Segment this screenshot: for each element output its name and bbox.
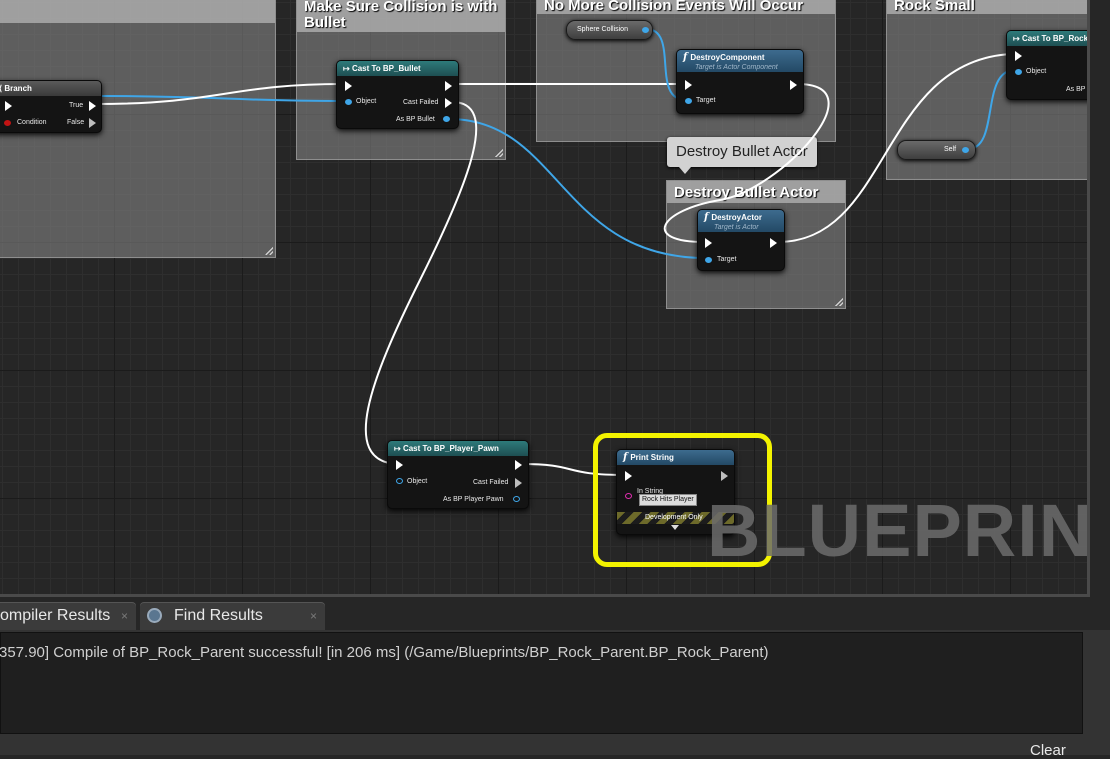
exec-out-pin[interactable] (790, 80, 797, 90)
exec-wire (364, 101, 478, 465)
search-icon (147, 608, 162, 623)
target-pin[interactable] (705, 257, 712, 263)
close-icon[interactable]: × (121, 602, 128, 630)
tab-compiler-results[interactable]: ompiler Results × (0, 602, 136, 630)
results-tab-strip: ompiler Results × Find Results × (0, 600, 1110, 630)
clear-button[interactable]: Clear (1030, 742, 1066, 759)
log-output[interactable]: 357.90] Compile of BP_Rock_Parent succes… (0, 632, 1083, 734)
tab-find-results[interactable]: Find Results × (140, 602, 325, 630)
node-header: ⟨ Branch (0, 81, 101, 96)
pin-label: Target (717, 256, 737, 263)
pin-label: Object (1026, 68, 1047, 75)
destroy-component-node[interactable]: f DestroyComponent Target is Actor Compone… (676, 49, 804, 114)
exec-in-pin[interactable] (396, 460, 403, 470)
node-header: f DestroyActor Target is Actor (698, 210, 784, 232)
pin-label: As BP (1066, 86, 1086, 93)
node-header: ↦ Cast To BP_Bullet (337, 61, 458, 76)
function-icon: f (704, 212, 709, 223)
exec-in-pin[interactable] (705, 238, 712, 248)
as-bp-player-pawn-pin[interactable] (513, 496, 520, 502)
cast-failed-pin[interactable] (445, 98, 452, 108)
compiler-log-panel: 357.90] Compile of BP_Rock_Parent succes… (0, 630, 1110, 759)
object-pin[interactable] (345, 99, 352, 105)
pin-label: Cast Failed (473, 479, 509, 486)
sphere-collision-getter[interactable]: Sphere Collision (566, 20, 653, 40)
pin-label: Object (407, 478, 428, 485)
blueprint-watermark: BLUEPRINT (707, 489, 1087, 572)
cast-icon: ↦ (394, 444, 403, 453)
object-pin[interactable] (396, 478, 403, 484)
node-subtitle: Target is Actor Component (695, 64, 778, 71)
cast-to-bp-player-pawn-node[interactable]: ↦ Cast To BP_Player_Pawn Object Cast Fai… (387, 440, 529, 509)
close-icon[interactable]: × (310, 602, 317, 630)
node-title: Branch (4, 84, 32, 93)
getter-label: Sphere Collision (577, 26, 628, 33)
cast-failed-pin[interactable] (515, 478, 522, 488)
getter-label: Self (944, 146, 957, 153)
blueprint-graph[interactable]: Make Sure Collision is with Bullet No Mo… (0, 0, 1087, 594)
exec-out-pin[interactable] (445, 81, 452, 91)
pin-label: Cast Failed (403, 99, 439, 106)
graph-border (0, 594, 1090, 597)
pin-label: Condition (17, 119, 47, 126)
pin-label: Object (356, 98, 377, 105)
node-header: f DestroyComponent Target is Actor Compone… (677, 50, 803, 72)
false-exec-pin[interactable] (89, 118, 96, 128)
pin-label: False (67, 119, 85, 126)
target-pin[interactable] (685, 98, 692, 104)
object-wire (448, 118, 707, 259)
pin-label: Target (696, 97, 716, 104)
node-title: DestroyComponent (690, 53, 765, 62)
node-header: ↦ Cast To BP_Player_Pawn (388, 441, 528, 456)
cast-icon: ↦ (1013, 34, 1022, 43)
exec-in-pin[interactable] (345, 81, 352, 91)
cast-to-bp-bullet-node[interactable]: ↦ Cast To BP_Bullet Object Cast Failed A… (336, 60, 459, 129)
exec-in-pin[interactable] (1015, 51, 1022, 61)
condition-pin[interactable] (4, 120, 11, 126)
pin-label: As BP Bullet (396, 116, 435, 123)
log-line: 357.90] Compile of BP_Rock_Parent succes… (0, 644, 769, 661)
self-pin[interactable] (962, 147, 969, 153)
graph-border (1087, 0, 1090, 597)
node-subtitle: Target is Actor (714, 224, 759, 231)
object-pin[interactable] (1015, 69, 1022, 75)
self-getter[interactable]: Self (897, 140, 976, 160)
function-icon: f (683, 52, 688, 63)
node-title: Cast To BP_Rock_ (1021, 34, 1087, 43)
cast-icon: ↦ (343, 64, 352, 73)
node-title: Cast To BP_Bullet (351, 64, 421, 73)
exec-out-pin[interactable] (770, 238, 777, 248)
exec-out-pin[interactable] (515, 460, 522, 470)
pin-label: As BP Player Pawn (443, 496, 504, 503)
branch-node[interactable]: ⟨ Branch Condition True False (0, 80, 102, 133)
tab-label: ompiler Results (0, 607, 111, 624)
node-title: DestroyActor (711, 213, 762, 222)
node-header: ↦ Cast To BP_Rock_ (1007, 31, 1087, 46)
true-exec-pin[interactable] (89, 101, 96, 111)
pin-label: True (69, 102, 84, 109)
exec-wire (777, 53, 1013, 243)
exec-in-pin[interactable] (685, 80, 692, 90)
as-bp-bullet-pin[interactable] (443, 116, 450, 122)
cast-to-bp-rock-node[interactable]: ↦ Cast To BP_Rock_ Object As BP (1006, 30, 1087, 100)
node-title: Cast To BP_Player_Pawn (402, 444, 499, 453)
getter-pin[interactable] (642, 27, 649, 33)
tab-label: Find Results (174, 607, 263, 624)
destroy-actor-node[interactable]: f DestroyActor Target is Actor Target (697, 209, 785, 271)
object-wire (99, 95, 346, 102)
exec-in-pin[interactable] (5, 101, 12, 111)
